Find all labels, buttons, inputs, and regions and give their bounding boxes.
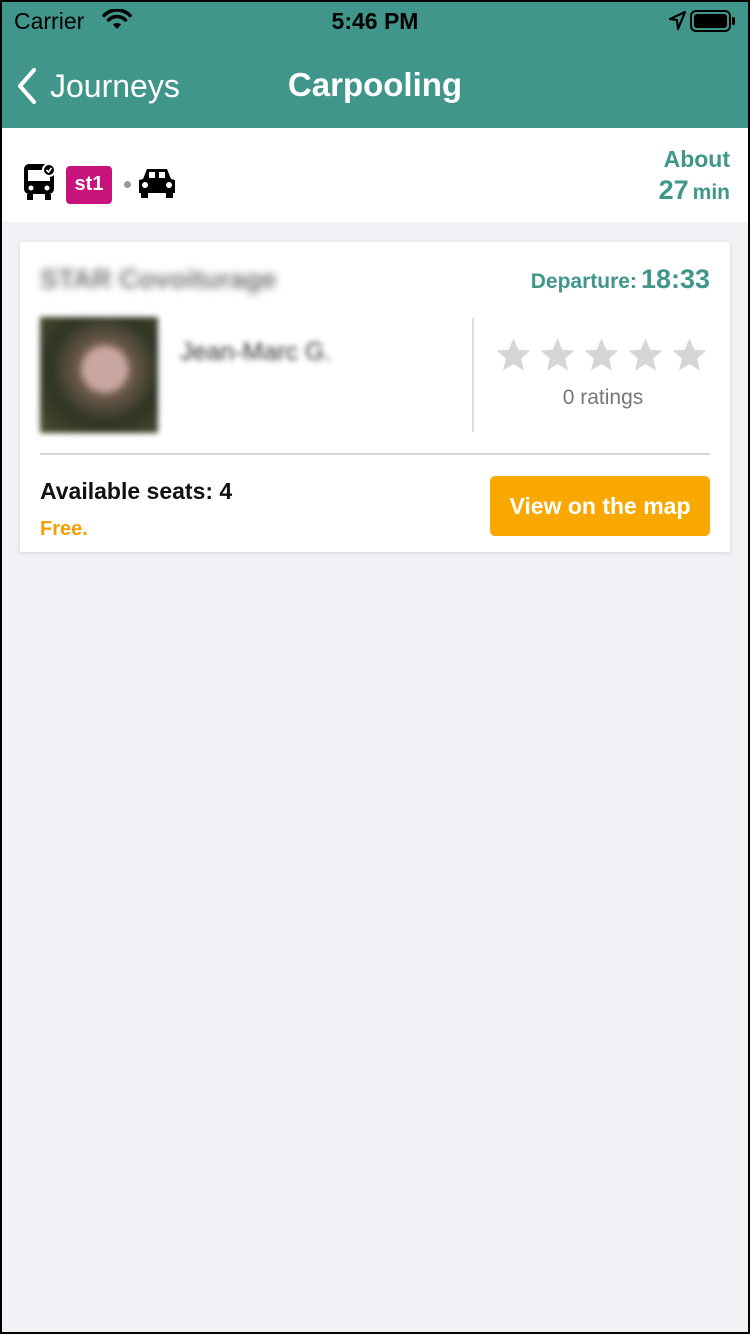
divider <box>40 453 710 455</box>
departure-time: 18:33 <box>640 264 710 294</box>
available-seats: Available seats: 4 <box>40 478 233 504</box>
status-time: 5:46 PM <box>331 8 419 34</box>
rating-stars <box>494 336 709 374</box>
departure-info: Departure: 18:33 <box>531 264 710 295</box>
duration-value: 27 <box>658 175 689 205</box>
header: Carrier 5:46 PM Journeys Carpooling <box>2 2 748 128</box>
divider <box>472 318 474 432</box>
status-bar: Carrier 5:46 PM <box>2 2 748 42</box>
journey-summary: st1 About 27 min <box>2 128 748 222</box>
separator-dot <box>124 181 131 188</box>
bus-icon <box>22 162 58 207</box>
journey-duration: About 27 min <box>659 146 730 206</box>
line-badge: st1 <box>66 165 112 204</box>
ratings-count: 0 ratings <box>562 386 644 409</box>
operator-name: STAR Covoiturage <box>40 264 277 294</box>
page-title: Carpooling <box>287 66 463 103</box>
location-arrow-icon <box>668 10 687 37</box>
star-icon <box>584 338 619 371</box>
star-icon <box>496 338 531 371</box>
duration-unit: min <box>692 181 730 204</box>
driver-avatar <box>40 317 158 433</box>
star-icon <box>540 338 575 371</box>
view-on-map-button[interactable]: View on the map <box>490 476 710 536</box>
battery-icon <box>690 10 736 37</box>
transport-modes: st1 <box>22 162 177 207</box>
navigation-bar: Journeys Carpooling <box>2 42 748 128</box>
departure-label: Departure: <box>530 270 637 293</box>
star-icon <box>628 338 663 371</box>
car-icon <box>137 165 177 204</box>
star-icon <box>672 338 707 371</box>
carpool-offer-card[interactable]: STAR Covoiturage Departure: 18:33 Jean-Ma… <box>20 242 730 552</box>
driver-name: Jean-Marc G. <box>180 338 332 366</box>
price-label: Free. <box>40 518 88 540</box>
duration-prefix: About <box>663 146 730 172</box>
